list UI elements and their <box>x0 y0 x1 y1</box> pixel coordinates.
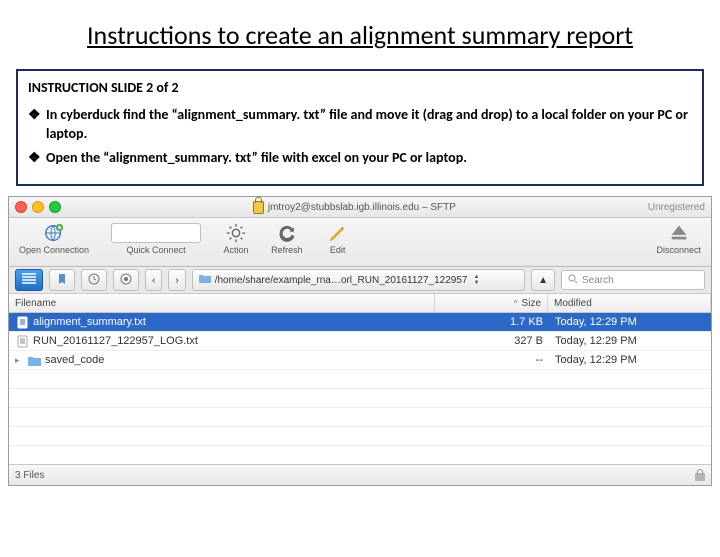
search-placeholder: Search <box>582 275 614 286</box>
gear-icon <box>223 222 249 244</box>
folder-icon <box>199 274 211 287</box>
file-row[interactable]: RUN_20161127_122957_LOG.txt 327 B Today,… <box>9 332 711 351</box>
file-row[interactable]: alignment_summary.txt 1.7 KB Today, 12:2… <box>9 313 711 332</box>
quick-connect-dropdown[interactable]: Quick Connect <box>107 220 205 257</box>
bookmarks-button[interactable] <box>49 269 75 291</box>
toolbar: Open Connection Quick Connect Action Ref… <box>9 218 711 267</box>
view-list-button[interactable] <box>15 269 43 291</box>
window-titlebar: jmtroy2@stubbslab.igb.illinois.edu – SFT… <box>9 197 711 218</box>
column-modified[interactable]: Modified <box>548 294 711 312</box>
column-headers: Filename ^Size Modified <box>9 294 711 313</box>
refresh-button[interactable]: Refresh <box>267 220 307 257</box>
bookmark-icon <box>56 273 68 288</box>
bonjour-icon <box>120 273 132 288</box>
action-button[interactable]: Action <box>219 220 253 257</box>
window-connection-label: jmtroy2@stubbslab.igb.illinois.edu – SFT… <box>268 202 456 213</box>
sort-indicator-icon: ^ <box>514 299 518 308</box>
list-view-icon <box>22 273 36 288</box>
empty-row <box>9 408 711 427</box>
globe-plus-icon <box>41 222 67 244</box>
path-field[interactable]: /home/share/example_rna…orl_RUN_20161127… <box>192 269 525 291</box>
arrow-up-icon: ▲ <box>538 275 548 286</box>
cyberduck-window: jmtroy2@stubbslab.igb.illinois.edu – SFT… <box>8 196 712 486</box>
refresh-icon <box>274 222 300 244</box>
empty-row <box>9 389 711 408</box>
folder-icon <box>27 353 41 367</box>
instruction-slide-label: INSTRUCTION SLIDE 2 of 2 <box>28 79 692 96</box>
search-input[interactable]: Search <box>561 270 705 290</box>
open-connection-button[interactable]: Open Connection <box>15 220 93 257</box>
txt-file-icon <box>15 315 29 329</box>
instruction-text: In cyberduck find the “alignment_summary… <box>46 106 692 144</box>
slide-title: Instructions to create an alignment summ… <box>0 17 720 51</box>
path-text: /home/share/example_rna…orl_RUN_20161127… <box>215 275 468 286</box>
unregistered-label: Unregistered <box>648 202 705 213</box>
empty-row <box>9 446 711 464</box>
instruction-text: Open the “alignment_summary. txt” file w… <box>46 149 692 168</box>
lock-icon <box>695 469 705 481</box>
path-bar: ‹ › /home/share/example_rna…orl_RUN_2016… <box>9 267 711 294</box>
eject-icon <box>666 222 692 244</box>
instruction-bullet: ❖ In cyberduck find the “alignment_summa… <box>28 106 692 144</box>
search-icon <box>568 274 578 287</box>
txt-file-icon <box>15 334 29 348</box>
disclosure-triangle-icon[interactable]: ▸ <box>15 355 23 366</box>
file-count: 3 Files <box>15 470 44 481</box>
status-bar: 3 Files <box>9 464 711 485</box>
column-size[interactable]: ^Size <box>435 294 548 312</box>
bullet-icon: ❖ <box>28 106 46 125</box>
quick-connect-field <box>111 222 201 244</box>
bullet-icon: ❖ <box>28 149 46 168</box>
instruction-box: INSTRUCTION SLIDE 2 of 2 ❖ In cyberduck … <box>16 69 704 187</box>
nav-back-button[interactable]: ‹ <box>145 269 162 291</box>
empty-row <box>9 370 711 389</box>
path-stepper-icon[interactable]: ▲▼ <box>473 275 479 286</box>
bonjour-button[interactable] <box>113 269 139 291</box>
empty-row <box>9 427 711 446</box>
zoom-window-icon[interactable] <box>49 201 61 213</box>
clock-icon <box>88 273 100 288</box>
nav-up-button[interactable]: ▲ <box>531 269 555 291</box>
close-window-icon[interactable] <box>15 201 27 213</box>
pencil-icon <box>325 222 351 244</box>
file-row[interactable]: ▸saved_code -- Today, 12:29 PM <box>9 351 711 370</box>
disconnect-button[interactable]: Disconnect <box>652 220 705 257</box>
instruction-bullet: ❖ Open the “alignment_summary. txt” file… <box>28 149 692 168</box>
minimize-window-icon[interactable] <box>32 201 44 213</box>
lock-icon <box>253 201 264 214</box>
nav-forward-button[interactable]: › <box>168 269 185 291</box>
file-list: alignment_summary.txt 1.7 KB Today, 12:2… <box>9 313 711 464</box>
history-button[interactable] <box>81 269 107 291</box>
column-filename[interactable]: Filename <box>9 294 435 312</box>
edit-button[interactable]: Edit <box>321 220 355 257</box>
